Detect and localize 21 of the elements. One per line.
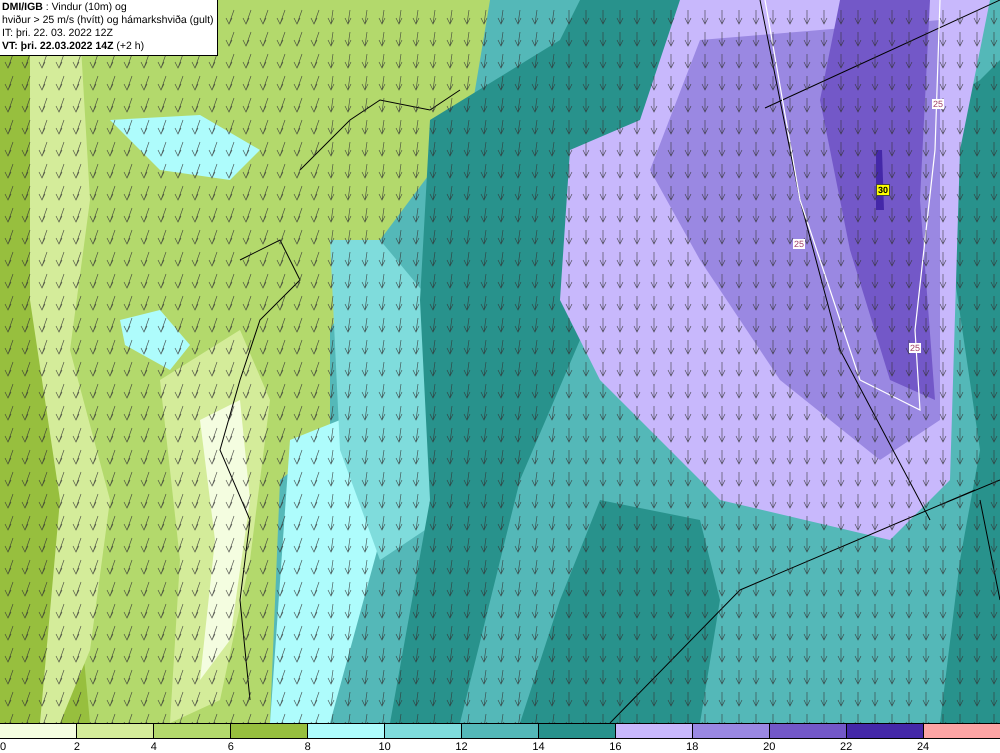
legend-tick-label: 16 bbox=[609, 740, 622, 753]
legend-tick-label: 20 bbox=[763, 740, 776, 753]
legend-tick-label: 24 bbox=[916, 740, 930, 753]
contour-label: 25 bbox=[932, 99, 944, 109]
title-line: IT: þri. 22. 03. 2022 12Z bbox=[2, 27, 114, 40]
legend-tick-label: 10 bbox=[378, 740, 391, 753]
legend-tick-label: 14 bbox=[532, 740, 545, 753]
legend-tick-label: 12 bbox=[455, 740, 468, 753]
max-gust-label: 30 bbox=[876, 184, 890, 196]
legend-tick-label: 6 bbox=[228, 740, 234, 753]
contour-label: 25 bbox=[909, 343, 922, 353]
legend-tick-label: 4 bbox=[150, 740, 157, 753]
legend-tick-label: 18 bbox=[686, 740, 698, 753]
title-line: DMI/IGB : Vindur (10m) og bbox=[2, 1, 128, 14]
contour-label: 25 bbox=[793, 239, 806, 249]
legend-tick-label: 0 bbox=[0, 740, 6, 753]
title-line: hviður > 25 m/s (hvítt) og hámarkshviða (gult) bbox=[2, 14, 214, 27]
legend-tick-label: 8 bbox=[304, 740, 311, 753]
title-line: VT: þri. 22.03.2022 14Z (+2 h) bbox=[2, 40, 146, 53]
legend-tick-label: 22 bbox=[840, 740, 852, 753]
legend-tick-label: 2 bbox=[74, 740, 80, 753]
